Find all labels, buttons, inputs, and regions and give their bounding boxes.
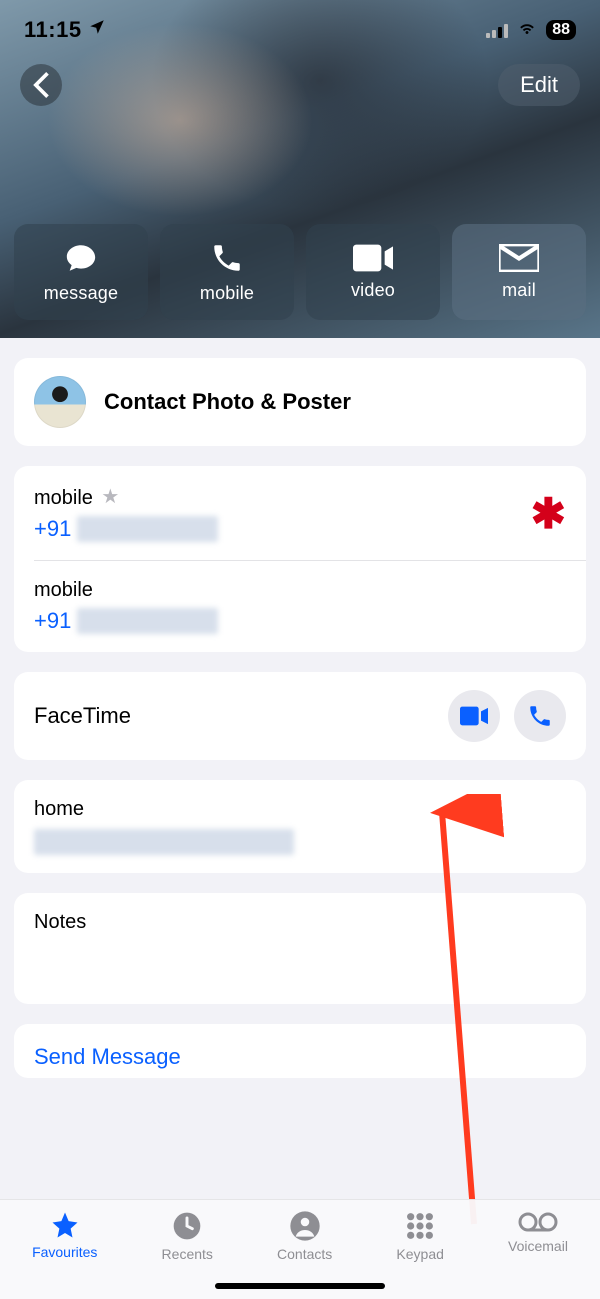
facetime-card: FaceTime	[14, 672, 586, 760]
phone-numbers-card: mobile ★ +91 000000 00000 ✱ mobile +91 0…	[14, 466, 586, 652]
message-action[interactable]: message	[14, 224, 148, 320]
email-label: home	[34, 798, 566, 821]
facetime-video-button[interactable]	[448, 690, 500, 742]
status-time: 11:15	[24, 17, 82, 43]
tab-voicemail[interactable]: Voicemail	[508, 1210, 568, 1254]
message-label: message	[44, 283, 118, 304]
facetime-audio-button[interactable]	[514, 690, 566, 742]
mail-action[interactable]: mail	[452, 224, 586, 320]
keypad-icon	[404, 1210, 436, 1242]
tab-label: Recents	[162, 1246, 213, 1262]
phone-label: mobile	[34, 487, 93, 509]
cellular-icon	[486, 22, 508, 38]
video-icon	[460, 706, 488, 726]
send-message-link[interactable]: Send Message	[14, 1024, 586, 1078]
call-label: mobile	[200, 283, 254, 304]
mail-label: mail	[502, 280, 536, 301]
email-redacted: someoneaddressgmailcom	[34, 829, 294, 855]
tab-label: Favourites	[32, 1244, 97, 1260]
favourite-star-icon: ★	[101, 486, 119, 508]
quick-actions: message mobile video mail	[0, 224, 600, 320]
tab-favourites[interactable]: Favourites	[32, 1210, 97, 1260]
edit-button[interactable]: Edit	[498, 64, 580, 106]
avatar-thumbnail	[34, 376, 86, 428]
tab-keypad[interactable]: Keypad	[396, 1210, 443, 1262]
photo-poster-card[interactable]: Contact Photo & Poster	[14, 358, 586, 446]
location-icon	[88, 18, 106, 42]
send-message-card[interactable]: Send Message	[14, 1024, 586, 1078]
star-icon	[49, 1210, 81, 1240]
phone-prefix: +91	[34, 608, 71, 633]
tab-label: Keypad	[396, 1246, 443, 1262]
annotation-asterisk: ✱	[531, 489, 566, 538]
email-card[interactable]: home someoneaddressgmailcom	[14, 780, 586, 873]
status-bar: 11:15 88	[0, 0, 600, 50]
back-button[interactable]	[20, 64, 62, 106]
message-icon	[62, 241, 100, 275]
clock-icon	[171, 1210, 203, 1242]
contact-hero: 11:15 88 Edit Emergency Contact	[0, 0, 600, 338]
notes-card[interactable]: Notes	[14, 893, 586, 1004]
photo-poster-label: Contact Photo & Poster	[104, 389, 351, 415]
voicemail-icon	[518, 1210, 558, 1234]
tab-bar: Favourites Recents Contacts Keypad Voice…	[0, 1199, 600, 1299]
phone-number-redacted: 000000 00000	[77, 608, 218, 634]
call-action[interactable]: mobile	[160, 224, 294, 320]
battery-icon: 88	[546, 20, 576, 40]
phone-prefix: +91	[34, 516, 71, 541]
video-action[interactable]: video	[306, 224, 440, 320]
phone-icon	[527, 703, 553, 729]
tab-recents[interactable]: Recents	[162, 1210, 213, 1262]
tab-contacts[interactable]: Contacts	[277, 1210, 332, 1262]
mail-icon	[499, 244, 539, 272]
wifi-icon	[516, 19, 538, 42]
phone-icon	[210, 241, 244, 275]
phone-label: mobile	[34, 579, 566, 602]
tab-label: Voicemail	[508, 1238, 568, 1254]
phone-number-redacted: 000000 00000	[77, 516, 218, 542]
video-icon	[353, 244, 393, 272]
home-indicator[interactable]	[215, 1283, 385, 1289]
tab-label: Contacts	[277, 1246, 332, 1262]
edit-label: Edit	[520, 72, 558, 98]
person-icon	[289, 1210, 321, 1242]
phone-row-2[interactable]: mobile +91 000000 00000	[14, 561, 586, 652]
notes-label: Notes	[34, 911, 566, 934]
video-label: video	[351, 280, 395, 301]
facetime-label: FaceTime	[34, 703, 131, 729]
phone-row-1[interactable]: mobile ★ +91 000000 00000 ✱	[14, 466, 586, 560]
